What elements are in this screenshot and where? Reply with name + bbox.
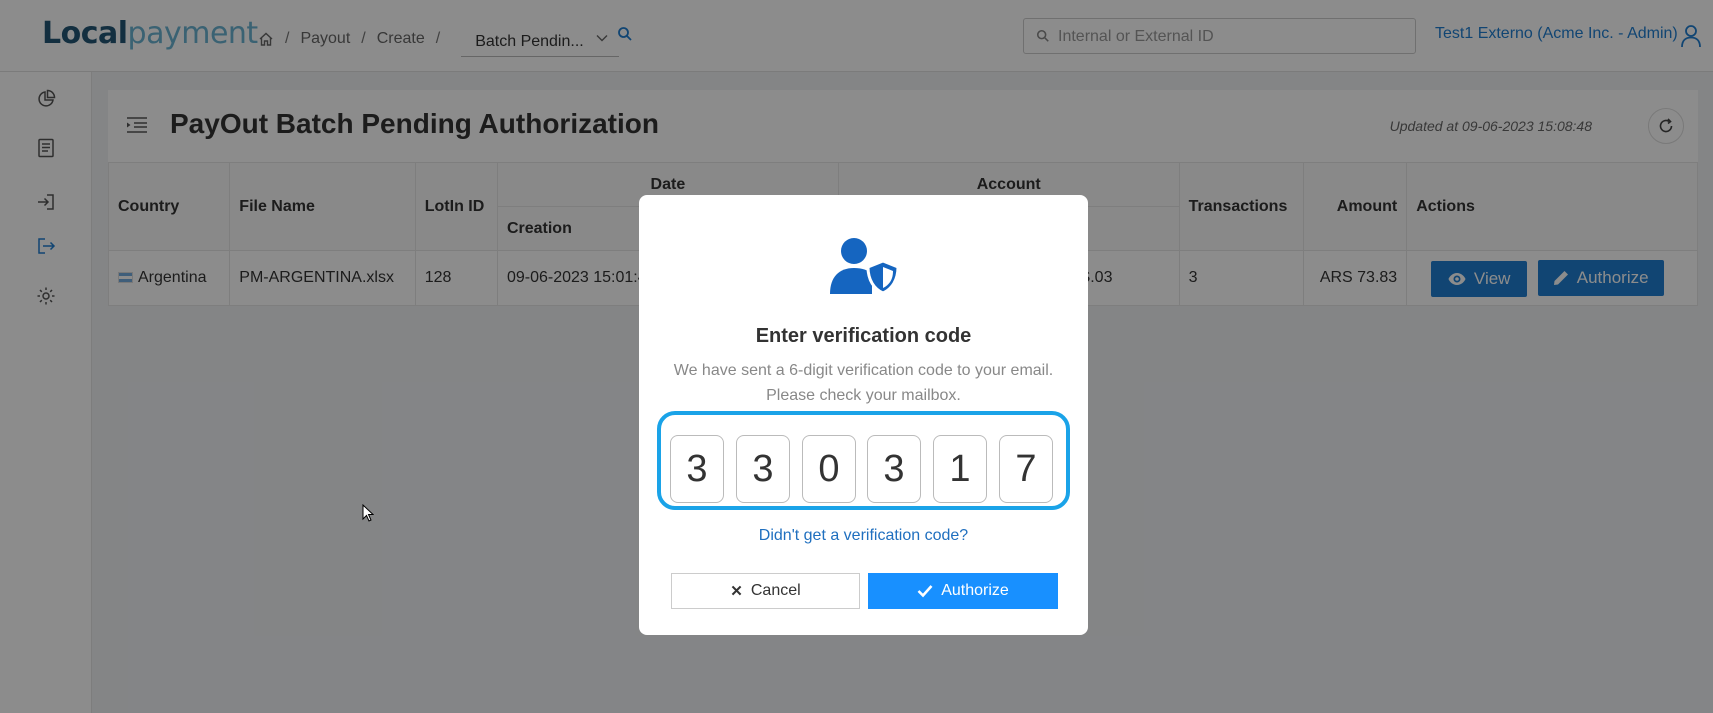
mouse-cursor-icon [362, 503, 375, 527]
code-digit-2[interactable] [736, 435, 790, 503]
authorize-button[interactable]: Authorize [868, 573, 1058, 609]
code-digit-1[interactable] [670, 435, 724, 503]
check-icon [917, 585, 933, 598]
modal-description: We have sent a 6-digit verification code… [673, 362, 1054, 404]
code-digit-4[interactable] [867, 435, 921, 503]
code-digit-3[interactable] [802, 435, 856, 503]
modal-title: Enter verification code [755, 325, 972, 347]
verification-code-group [657, 411, 1070, 510]
close-icon: ✕ [730, 583, 743, 600]
code-digit-5[interactable] [933, 435, 987, 503]
resend-code-link[interactable]: Didn't get a verification code? [639, 527, 1088, 545]
cancel-button[interactable]: ✕ Cancel [671, 573, 860, 609]
code-digit-6[interactable] [999, 435, 1053, 503]
verification-modal: Enter verification code We have sent a 6… [639, 195, 1088, 635]
user-shield-icon [829, 237, 901, 300]
